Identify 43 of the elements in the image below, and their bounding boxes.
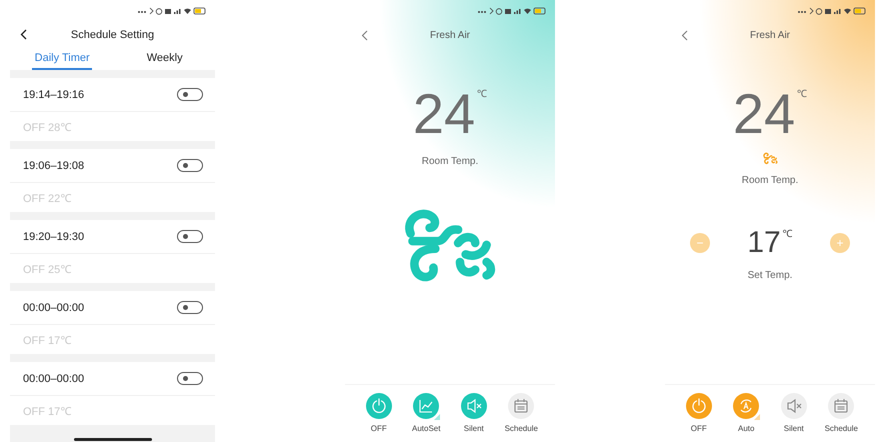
room-temp-label: Room Temp. bbox=[422, 156, 478, 167]
timer-time: 00:00–00:00 bbox=[23, 302, 84, 314]
wifi-icon bbox=[844, 8, 851, 14]
screen-title: Schedule Setting bbox=[70, 29, 154, 41]
unit-label: ℃ bbox=[797, 88, 808, 100]
signal-icon bbox=[834, 9, 840, 14]
screen-title: Fresh Air bbox=[430, 30, 470, 40]
room-temperature: 24 bbox=[412, 86, 476, 142]
back-icon[interactable] bbox=[20, 29, 27, 40]
toggle-switch[interactable] bbox=[177, 159, 203, 172]
timer-time: 00:00–00:00 bbox=[23, 372, 84, 384]
battery-icon bbox=[854, 8, 866, 14]
set-temp-label: Set Temp. bbox=[748, 270, 792, 281]
set-temperature: 17 bbox=[747, 226, 781, 260]
timer-time: 19:06–19:08 bbox=[23, 160, 84, 172]
wifi-icon bbox=[184, 8, 191, 14]
unit-label: ℃ bbox=[782, 228, 793, 240]
tab[interactable]: Weekly bbox=[114, 48, 215, 70]
mode-button[interactable]: OFF bbox=[678, 393, 719, 433]
room-temperature: 24 bbox=[732, 86, 796, 142]
mode-button[interactable]: Silent bbox=[774, 393, 814, 433]
toggle-switch[interactable] bbox=[177, 230, 203, 243]
room-temp-label: Room Temp. bbox=[742, 175, 798, 186]
unit-label: ℃ bbox=[477, 88, 488, 100]
wifi-icon bbox=[524, 8, 531, 14]
screen-title: Fresh Air bbox=[750, 30, 790, 40]
toggle-switch[interactable] bbox=[177, 372, 203, 385]
tab[interactable]: Daily Timer bbox=[32, 48, 92, 70]
mode-button[interactable]: AutoSet bbox=[406, 393, 446, 433]
battery-icon bbox=[194, 8, 206, 14]
timer-time: 19:20–19:30 bbox=[23, 230, 84, 242]
mode-button[interactable]: Schedule bbox=[821, 393, 862, 433]
signal-icon bbox=[174, 9, 180, 14]
mode-button[interactable]: Silent bbox=[454, 393, 494, 433]
mode-button[interactable]: OFF bbox=[358, 393, 399, 433]
battery-icon bbox=[534, 8, 546, 14]
toggle-switch[interactable] bbox=[177, 301, 203, 314]
mode-button[interactable]: Auto bbox=[726, 393, 766, 433]
mode-button[interactable]: Schedule bbox=[501, 393, 542, 433]
timer-time: 19:14–19:16 bbox=[23, 88, 84, 100]
fan-icon bbox=[762, 152, 778, 165]
toggle-switch[interactable] bbox=[177, 88, 203, 101]
signal-icon bbox=[514, 9, 520, 14]
